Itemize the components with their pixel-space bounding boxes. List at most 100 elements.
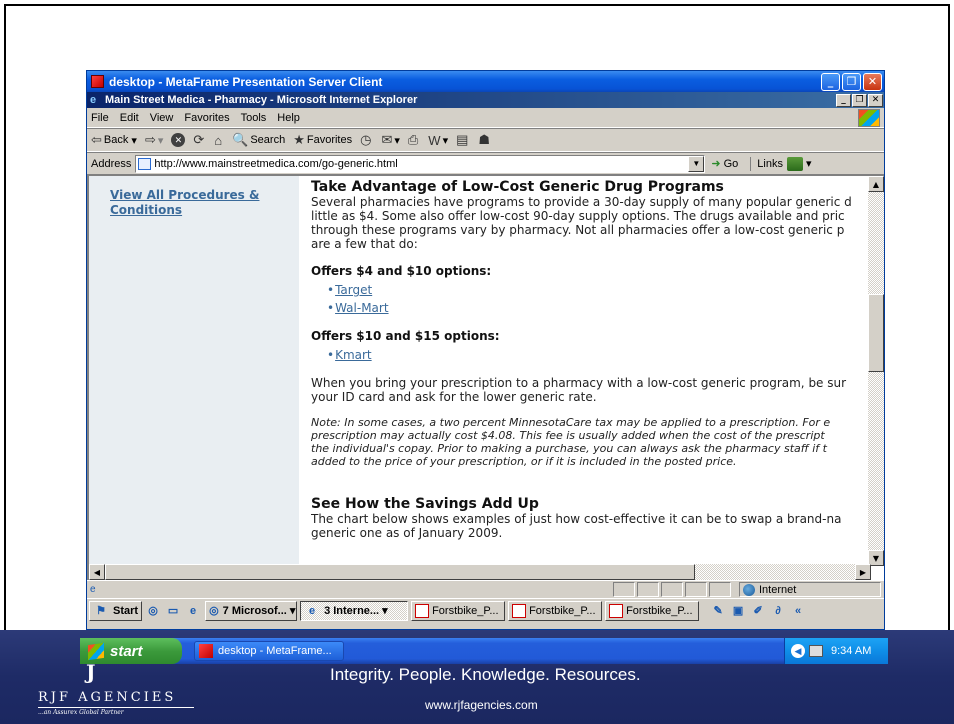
taskbar-forstbike-1[interactable]: Forstbike_P... [411,600,506,621]
edit-button[interactable]: W ▾ [428,133,448,148]
menu-view[interactable]: View [150,112,174,124]
horizontal-scrollbar[interactable]: ◀ ▶ [89,564,871,580]
ie-close-icon[interactable]: ✕ [868,93,883,107]
tray-expand-icon[interactable]: ◀ [791,644,805,658]
search-button[interactable]: 🔍 Search [232,132,285,148]
metaframe-title: desktop - MetaFrame Presentation Server … [109,74,383,89]
mail-button[interactable]: ✉ ▾ [381,132,399,148]
note-line: the individual's copay. Prior to making … [311,442,827,455]
history-icon: ◷ [360,132,372,147]
inner-start-label: Start [113,604,139,617]
task-label: Forstbike_P... [432,604,499,617]
links-button[interactable]: Links ▾ [750,156,812,171]
network-icon[interactable] [809,645,823,657]
forward-button[interactable]: ⇨ ▾ [145,132,163,148]
address-input[interactable]: http://www.mainstreetmedica.com/go-gener… [135,154,706,173]
home-button[interactable]: ⌂ [214,133,224,148]
xp-taskbar: start desktop - MetaFrame... ◀ 9:34 AM [80,638,888,664]
taskbar-group-microsoft[interactable]: ◎ 7 Microsof... ▾ [205,600,298,621]
page-icon [138,157,152,170]
show-desktop-icon[interactable]: ▭ [165,603,181,619]
taskbar-forstbike-3[interactable]: Forstbike_P... [605,600,700,621]
intro-line: through these programs vary by pharmacy.… [311,223,845,237]
ie-icon: e [90,94,97,106]
ie-title-bar[interactable]: e Main Street Medica - Pharmacy - Micros… [87,92,884,108]
kmart-link[interactable]: Kmart [327,346,873,364]
tray-app-icon[interactable]: ▣ [730,603,746,619]
task-label: 7 Microsof... [222,604,287,617]
intro-line: are a few that do: [311,237,418,251]
status-bar: e Internet [87,580,884,598]
horizontal-scroll-thumb[interactable] [105,564,695,580]
restore-icon[interactable]: ❐ [842,72,861,91]
tray-pen-icon[interactable]: ✎ [710,603,726,619]
refresh-button[interactable]: ⟳ [193,132,206,148]
back-button[interactable]: ⇦ Back ▾ [91,132,137,148]
favorites-button[interactable]: ★ Favorites [293,132,352,148]
internet-globe-icon [743,583,755,596]
messenger-icon: ☗ [478,132,491,147]
vertical-scrollbar[interactable]: ▲ ▼ [868,176,884,566]
ie-restore-icon[interactable]: ❐ [852,93,867,107]
minimize-icon[interactable]: _ [821,72,840,91]
page-status-icon: e [90,584,96,595]
ie-minimize-icon[interactable]: _ [836,93,851,107]
messenger-button[interactable]: ☗ [478,132,492,148]
go-button[interactable]: ➜ Go [711,157,738,171]
group1-title: Offers $4 and $10 options: [311,264,492,278]
app-group-icon: ◎ [209,605,219,617]
favorites-icon: ★ [293,132,305,147]
view-all-procedures-link[interactable]: View All Procedures & Conditions [110,188,280,218]
vertical-scroll-thumb[interactable] [868,294,884,372]
taskbar-metaframe[interactable]: desktop - MetaFrame... [194,641,344,661]
taskbar-forstbike-2[interactable]: Forstbike_P... [508,600,603,621]
system-tray: ◀ 9:34 AM [784,638,888,664]
history-button[interactable]: ◷ [360,132,373,148]
scroll-left-icon[interactable]: ◀ [89,564,105,580]
address-dropdown-icon[interactable]: ▼ [688,155,705,172]
menu-favorites[interactable]: Favorites [184,112,229,124]
menu-tools[interactable]: Tools [241,112,267,124]
discuss-button[interactable]: ▤ [456,132,470,148]
menu-file[interactable]: File [91,112,109,124]
quicklaunch-icon[interactable]: ◎ [145,603,161,619]
tray-swirl-icon[interactable]: ∂ [770,603,786,619]
task-label: 3 Interne... [324,604,380,617]
menu-bar: File Edit View Favorites Tools Help [87,108,884,128]
clock[interactable]: 9:34 AM [831,645,871,657]
scroll-right-icon[interactable]: ▶ [855,564,871,580]
scroll-up-icon[interactable]: ▲ [868,176,884,192]
word-icon: W [428,132,441,148]
ie-quicklaunch-icon[interactable]: e [185,603,201,619]
status-cells [613,582,733,597]
discuss-icon: ▤ [456,132,469,147]
address-bar: Address http://www.mainstreetmedica.com/… [87,152,884,174]
prescription-line: your ID card and ask for the lower gener… [311,390,597,404]
inner-start-button[interactable]: ⚑ Start [89,600,143,621]
intro-line: Several pharmacies have programs to prov… [311,195,852,209]
print-button[interactable]: ⎙ [408,132,420,148]
website: www.rjfagencies.com [425,698,538,712]
metaframe-task-icon [199,644,213,658]
start-button[interactable]: start [80,638,182,664]
metaframe-title-bar[interactable]: desktop - MetaFrame Presentation Server … [87,71,884,92]
close-icon[interactable]: ✕ [863,72,882,91]
standard-toolbar: ⇦ Back ▾ ⇨ ▾ ✕ ⟳ ⌂ 🔍 Search ★ Favorites ◷ ✉ ▾… [87,128,884,152]
metaframe-window: desktop - MetaFrame Presentation Server … [86,70,885,630]
tray-pencil-icon[interactable]: ✐ [750,603,766,619]
windows-flag-icon [88,642,104,660]
target-link[interactable]: Target [327,281,873,299]
taskbar-group-internet[interactable]: e3 Interne... ▾ [300,600,409,621]
zone-label: Internet [759,583,797,596]
forward-arrow-icon: ⇨ [144,132,156,147]
savings-line: The chart below shows examples of just h… [311,512,842,526]
stop-button[interactable]: ✕ [171,133,186,147]
security-zone: Internet [739,582,881,597]
walmart-link[interactable]: Wal-Mart [327,299,873,317]
menu-help[interactable]: Help [277,112,300,124]
links-icon [786,156,803,171]
note-line: Note: In some cases, a two percent Minne… [311,416,831,429]
inner-taskbar: ⚑ Start ◎ ▭ e ◎ 7 Microsof... ▾ e 3 Interne… [87,598,884,622]
tray-expand-icon[interactable]: « [790,603,806,619]
menu-edit[interactable]: Edit [120,112,139,124]
